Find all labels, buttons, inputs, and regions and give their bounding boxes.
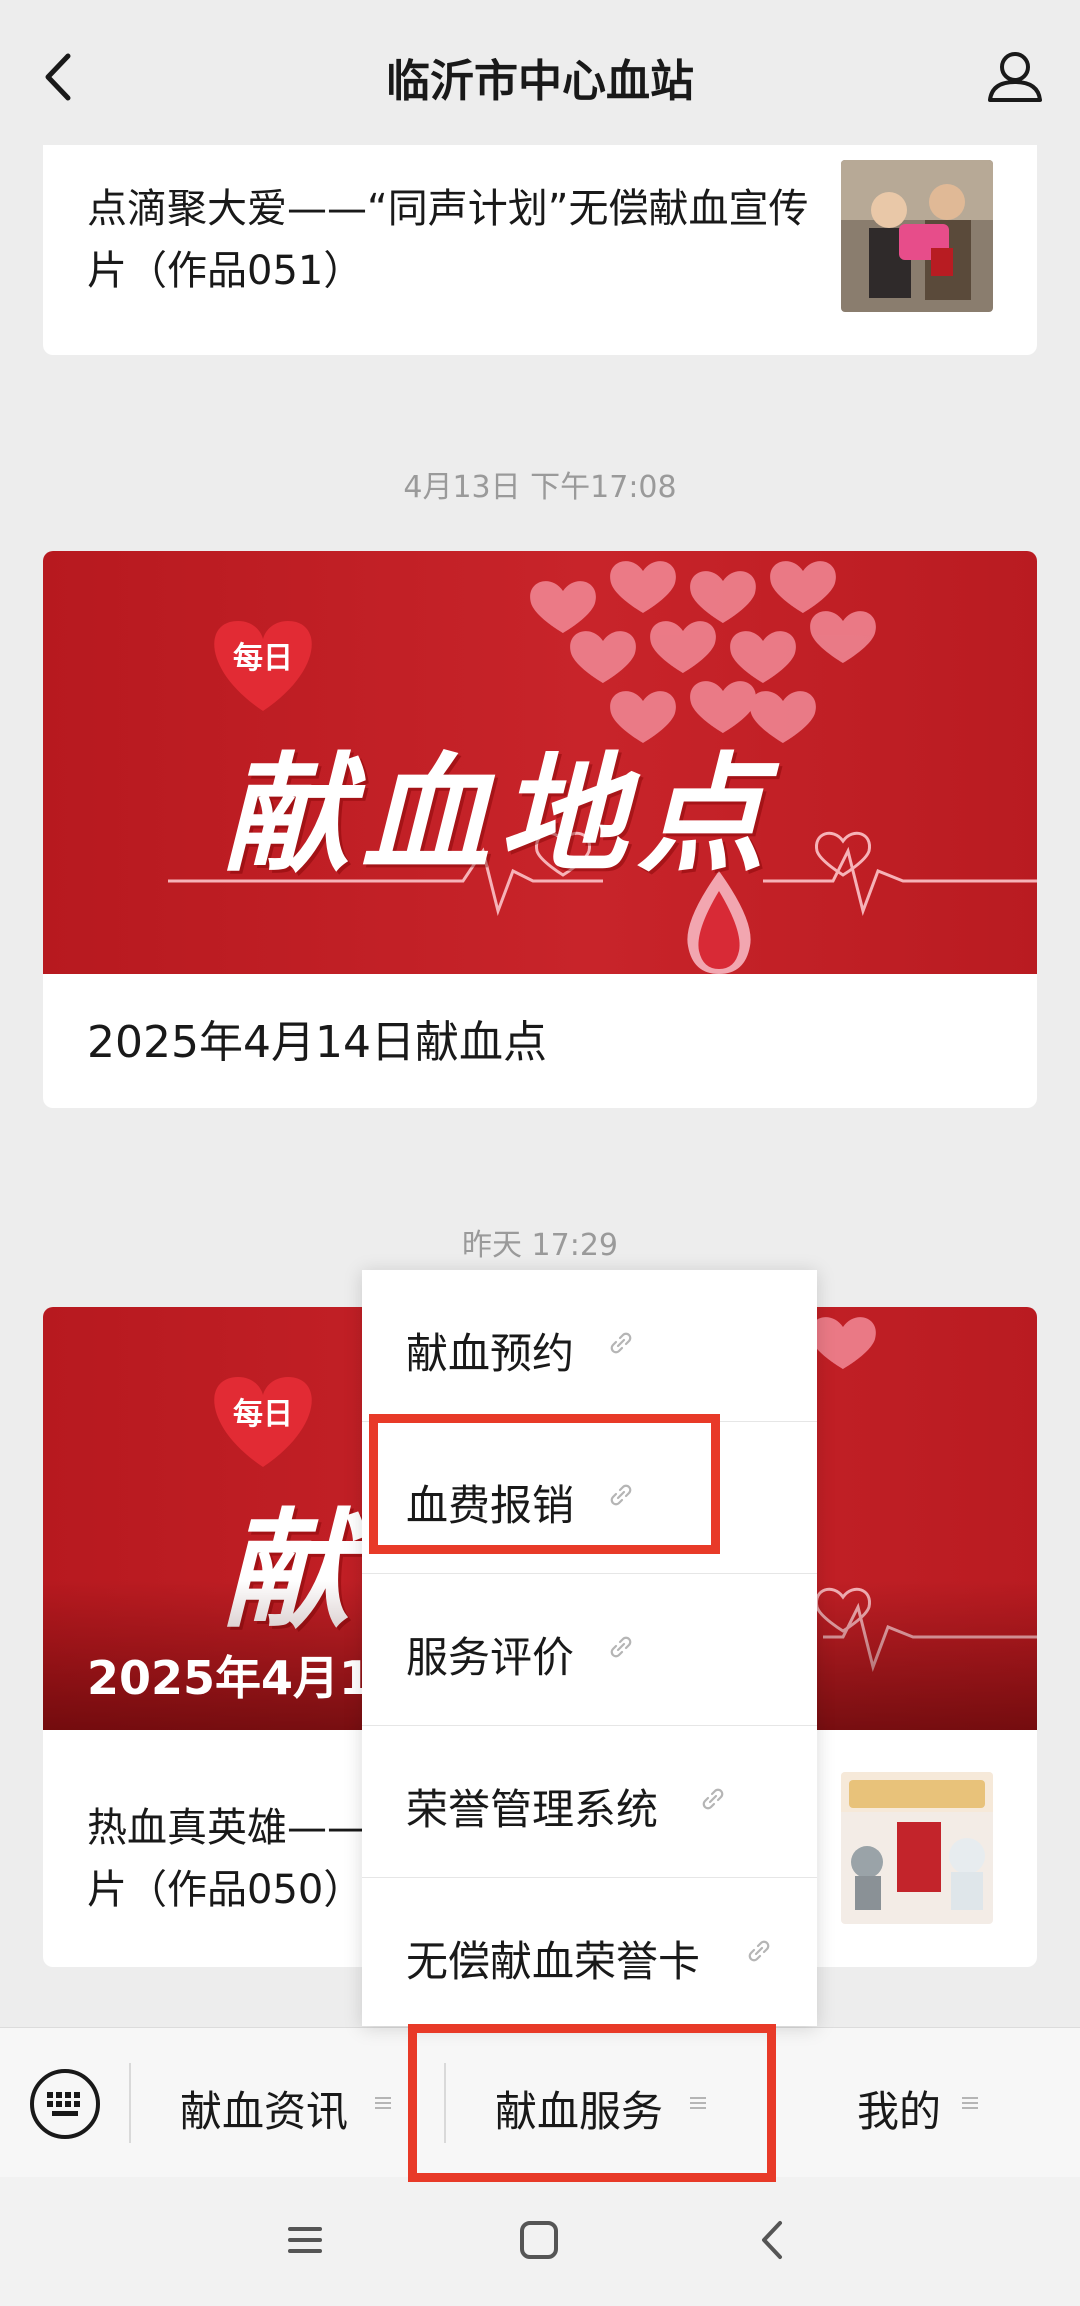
submenu-lines-icon: [375, 2097, 391, 2109]
article-title: 点滴聚大爱——“同声计划”无偿献血宣传片（作品051）: [87, 186, 809, 294]
article-card[interactable]: 每日 献血地点 2025年4月14日献血点: [43, 551, 1037, 1108]
home-icon[interactable]: [514, 2215, 564, 2265]
top-bar: 临沂市中心血站: [0, 0, 1080, 145]
submenu-item-evaluation[interactable]: 服务评价: [362, 1574, 817, 1726]
page-title: 临沂市中心血站: [386, 56, 694, 107]
submenu-lines-icon: [690, 2097, 706, 2109]
article-thumbnail: [841, 160, 993, 312]
article-banner: 每日 献血地点: [43, 551, 1037, 974]
submenu-item-appointment[interactable]: 献血预约: [362, 1270, 817, 1422]
menu-icon[interactable]: [280, 2215, 330, 2265]
submenu-item-honor-system[interactable]: 荣誉管理系统: [362, 1726, 817, 1878]
user-icon: [988, 52, 1042, 102]
submenu-item-reimbursement[interactable]: 血费报销: [362, 1422, 817, 1574]
back-icon[interactable]: [748, 2215, 798, 2265]
message-timestamp: 4月13日 下午17:08: [403, 470, 677, 505]
menu-item-mine[interactable]: 我的: [857, 2078, 941, 2139]
service-submenu: 献血预约 血费报销 服务评价 荣誉管理系统 无偿献血荣誉卡: [362, 1270, 817, 2026]
link-icon: [610, 1484, 632, 1506]
article-thumbnail: [841, 1772, 993, 1924]
link-icon: [748, 1940, 770, 1962]
daily-badge: 每日: [183, 1357, 343, 1477]
link-icon: [702, 1788, 724, 1810]
system-navigation-bar: [0, 2177, 1080, 2306]
bottom-menu-bar: 献血资讯 献血服务 我的: [0, 2027, 1080, 2177]
keyboard-icon: [30, 2069, 100, 2139]
submenu-lines-icon: [962, 2097, 978, 2109]
submenu-item-honor-card[interactable]: 无偿献血荣誉卡: [362, 1878, 817, 2026]
link-icon: [610, 1636, 632, 1658]
profile-button[interactable]: [980, 42, 1050, 112]
banner-title: 献血地点: [223, 741, 776, 890]
message-timestamp: 昨天 17:29: [462, 1228, 618, 1263]
menu-item-news[interactable]: 献血资讯: [180, 2078, 348, 2139]
menu-item-services[interactable]: 献血服务: [495, 2078, 663, 2139]
article-title: 2025年4月14日献血点: [87, 1017, 547, 1068]
keyboard-toggle-button[interactable]: [28, 2067, 102, 2141]
daily-badge: 每日: [183, 601, 343, 721]
link-icon: [610, 1332, 632, 1354]
